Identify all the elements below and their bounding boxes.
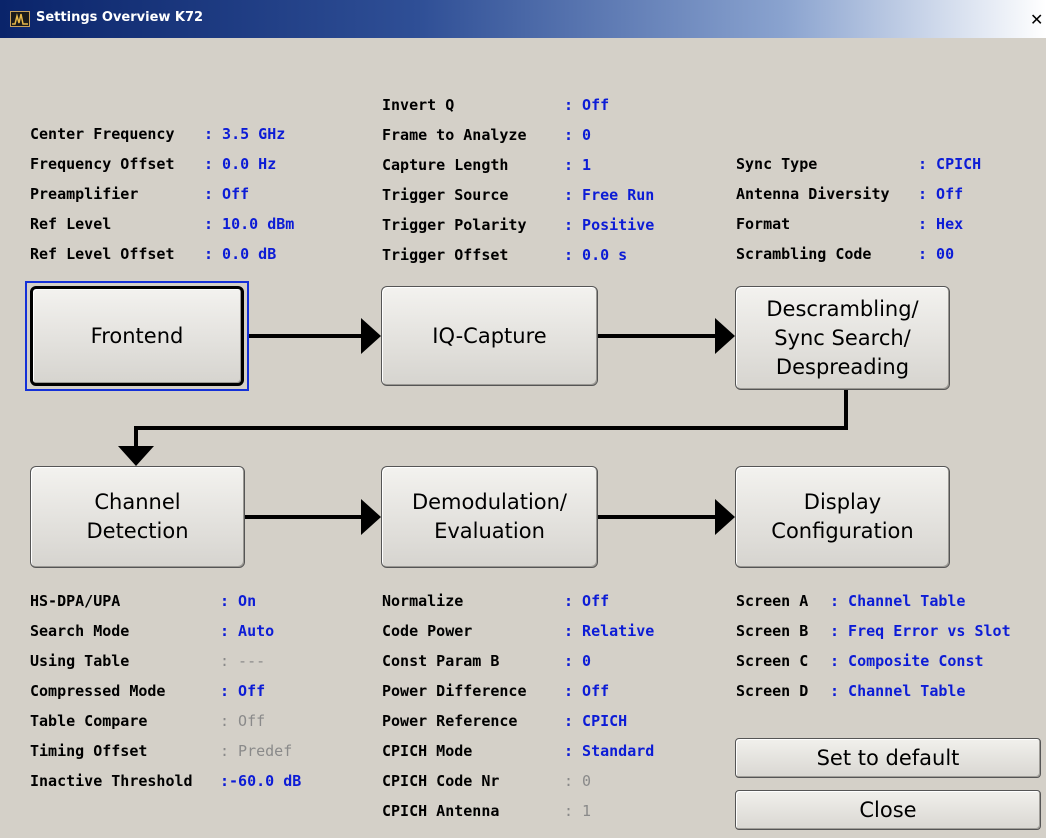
channel-setting-label: HS-DPA/UPA <box>30 592 121 610</box>
demod-setting-label: Code Power <box>382 622 473 640</box>
channel-setting-label: Using Table <box>30 652 130 670</box>
screen-setting-row: Screen C : Composite Const <box>736 649 1036 673</box>
demod-setting-label: CPICH Code Nr <box>382 772 500 790</box>
arrow-head <box>361 318 381 354</box>
set-to-default-button-label: Set to default <box>816 746 960 770</box>
demod-setting-label: Power Difference <box>382 682 527 700</box>
channel-setting-label: Table Compare <box>30 712 148 730</box>
channel-setting-row: Inactive Threshold :-60.0 dB <box>30 769 330 793</box>
demod-setting-row: CPICH Mode : Standard <box>382 739 682 763</box>
screen-setting-row: Screen A : Channel Table <box>736 589 1036 613</box>
screen-setting-row: Screen D : Channel Table <box>736 679 1036 703</box>
channel-setting-row: Compressed Mode : Off <box>30 679 330 703</box>
demod-setting-value: : 0 <box>564 652 592 670</box>
iq-capture-block[interactable]: IQ-Capture <box>381 286 598 386</box>
demod-setting-value: : Relative <box>564 622 655 640</box>
demod-setting-value: : Off <box>564 592 610 610</box>
channel-setting-row: Table Compare : Off <box>30 709 330 733</box>
display-configuration-block-label: Display Configuration <box>771 490 914 543</box>
channel-setting-row: Search Mode : Auto <box>30 619 330 643</box>
demod-setting-row: Code Power : Relative <box>382 619 682 643</box>
arrow-head <box>715 499 735 535</box>
demod-setting-value: : Off <box>564 682 610 700</box>
screen-setting-value: : Channel Table <box>830 682 966 700</box>
screen-setting-value: : Freq Error vs Slot <box>830 622 1011 640</box>
frontend-block[interactable]: Frontend <box>30 286 244 386</box>
close-button[interactable]: Close <box>735 790 1041 830</box>
descrambling-block[interactable]: Descrambling/ Sync Search/ Despreading <box>735 286 950 390</box>
settings-overview-window: Settings Overview K72 ✕ Center Frequency… <box>0 0 1046 838</box>
iq-capture-block-label: IQ-Capture <box>432 323 547 348</box>
display-configuration-block[interactable]: Display Configuration <box>735 466 950 568</box>
screen-setting-label: Screen C <box>736 652 809 670</box>
demod-setting-value: : Standard <box>564 742 655 760</box>
demodulation-block-label: Demodulation/ Evaluation <box>411 490 568 543</box>
screen-setting-label: Screen A <box>736 592 809 610</box>
demod-setting-value: : 1 <box>564 802 592 820</box>
arrow-head <box>715 318 735 354</box>
demod-setting-label: CPICH Mode <box>382 742 473 760</box>
demod-setting-row: Const Param B : 0 <box>382 649 682 673</box>
demod-setting-row: Power Reference : CPICH <box>382 709 682 733</box>
demod-setting-label: Const Param B <box>382 652 500 670</box>
channel-setting-value: : Off <box>220 682 266 700</box>
screen-setting-label: Screen D <box>736 682 809 700</box>
demod-setting-label: Power Reference <box>382 712 518 730</box>
channel-setting-value: : Auto <box>220 622 275 640</box>
demod-setting-value: : CPICH <box>564 712 628 730</box>
demod-setting-row: Power Difference : Off <box>382 679 682 703</box>
demod-setting-label: CPICH Antenna <box>382 802 500 820</box>
demod-setting-row: Normalize : Off <box>382 589 682 613</box>
arrow-head <box>361 499 381 535</box>
channel-setting-row: Using Table : --- <box>30 649 330 673</box>
channel-setting-label: Inactive Threshold <box>30 772 193 790</box>
screen-setting-label: Screen B <box>736 622 809 640</box>
screen-setting-row: Screen B : Freq Error vs Slot <box>736 619 1036 643</box>
channel-setting-value: : On <box>220 592 257 610</box>
frontend-block-label: Frontend <box>90 323 184 348</box>
demod-setting-value: : 0 <box>564 772 592 790</box>
demod-setting-row: CPICH Code Nr : 0 <box>382 769 682 793</box>
close-button-label: Close <box>859 798 917 822</box>
channel-setting-value: :-60.0 dB <box>220 772 302 790</box>
channel-setting-label: Compressed Mode <box>30 682 166 700</box>
demod-setting-label: Normalize <box>382 592 464 610</box>
channel-setting-label: Search Mode <box>30 622 130 640</box>
demod-setting-row: CPICH Antenna : 1 <box>382 799 682 823</box>
channel-setting-value: : --- <box>220 652 266 670</box>
channel-detection-block-label: Channel Detection <box>86 490 189 543</box>
channel-detection-block[interactable]: Channel Detection <box>30 466 245 568</box>
demodulation-block[interactable]: Demodulation/ Evaluation <box>381 466 598 568</box>
arrow-head <box>118 446 154 466</box>
channel-setting-label: Timing Offset <box>30 742 148 760</box>
channel-setting-row: Timing Offset : Predef <box>30 739 330 763</box>
screen-setting-value: : Channel Table <box>830 592 966 610</box>
channel-setting-value: : Predef <box>220 742 293 760</box>
screen-setting-value: : Composite Const <box>830 652 984 670</box>
descrambling-block-label: Descrambling/ Sync Search/ Despreading <box>766 296 919 379</box>
channel-setting-row: HS-DPA/UPA : On <box>30 589 330 613</box>
set-to-default-button[interactable]: Set to default <box>735 738 1041 778</box>
channel-setting-value: : Off <box>220 712 266 730</box>
